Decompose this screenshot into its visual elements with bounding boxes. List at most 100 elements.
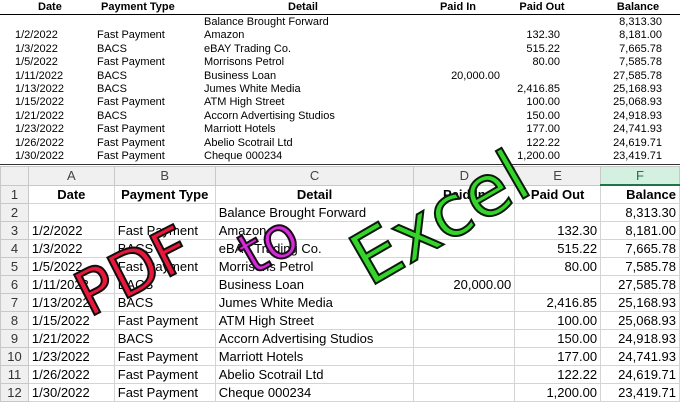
- excel-data-row: 11 1/26/2022 Fast Payment Abelio Scotrail L…: [0, 365, 680, 384]
- pdf-cell-balance: 24,741.93: [613, 123, 662, 136]
- pdf-cell-detail: Amazon: [204, 29, 245, 42]
- cell-type[interactable]: BACS: [113, 329, 216, 348]
- cell-paid-in[interactable]: [413, 311, 516, 330]
- row-number-1[interactable]: 1: [0, 184, 29, 204]
- row-number[interactable]: 2: [0, 203, 29, 222]
- cell-date[interactable]: [27, 203, 115, 222]
- cell-balance[interactable]: 8,313.30: [600, 203, 680, 222]
- row-number[interactable]: 6: [0, 275, 29, 294]
- cell-balance[interactable]: 24,918.93: [600, 329, 680, 348]
- pdf-cell-type: Fast Payment: [97, 136, 165, 149]
- pdf-cell-date: 1/15/2022: [15, 96, 64, 109]
- cell-balance[interactable]: 23,419.71: [600, 383, 680, 402]
- cell-paid-in[interactable]: 20,000.00: [413, 275, 516, 294]
- cell-type[interactable]: Fast Payment: [113, 347, 216, 366]
- pdf-header-paid-out: Paid Out: [519, 1, 565, 13]
- row-number[interactable]: 12: [0, 383, 29, 402]
- pdf-cell-balance: 24,918.93: [613, 109, 662, 122]
- column-header-a[interactable]: A: [27, 166, 115, 186]
- row-number[interactable]: 11: [0, 365, 29, 384]
- cell-paid-out[interactable]: 515.22: [514, 239, 602, 258]
- pdf-cell-date: 1/30/2022: [15, 150, 64, 162]
- cell-balance[interactable]: 25,168.93: [600, 293, 680, 312]
- pdf-cell-date: 1/23/2022: [15, 123, 64, 136]
- cell-date[interactable]: 1/21/2022: [27, 329, 115, 348]
- cell-type[interactable]: Fast Payment: [113, 311, 216, 330]
- column-header-c[interactable]: C: [214, 166, 415, 186]
- pdf-cell-detail: ATM High Street: [204, 96, 285, 109]
- cell-detail[interactable]: ATM High Street: [214, 311, 415, 330]
- cell-paid-in[interactable]: [413, 365, 516, 384]
- cell-paid-out[interactable]: [514, 275, 602, 294]
- pdf-row: 1/23/2022 Fast Payment Marriott Hotels 177.…: [0, 123, 680, 136]
- pdf-cell-balance: 7,585.78: [619, 56, 662, 69]
- row-number[interactable]: 10: [0, 347, 29, 366]
- pdf-cell-balance: 8,313.30: [619, 16, 662, 28]
- pdf-cell-type: BACS: [97, 109, 127, 122]
- cell-balance[interactable]: 24,619.71: [600, 365, 680, 384]
- cell-date[interactable]: 1/30/2022: [27, 383, 115, 402]
- cell-paid-out[interactable]: 132.30: [514, 221, 602, 240]
- cell-balance[interactable]: 24,741.93: [600, 347, 680, 366]
- row-number[interactable]: 7: [0, 293, 29, 312]
- cell-balance[interactable]: 25,068.93: [600, 311, 680, 330]
- cell-paid-in[interactable]: [413, 293, 516, 312]
- pdf-cell-paid-out: 2,416.85: [517, 83, 560, 95]
- pdf-row: 1/13/2022 BACS Jumes White Media 2,416.85 25…: [0, 83, 680, 96]
- cell-date[interactable]: 1/26/2022: [27, 365, 115, 384]
- column-header-f[interactable]: F: [600, 166, 680, 186]
- row-number[interactable]: 5: [0, 257, 29, 276]
- cell-balance[interactable]: 7,585.78: [600, 257, 680, 276]
- cell-date[interactable]: 1/2/2022: [27, 221, 115, 240]
- cell-paid-out[interactable]: 100.00: [514, 311, 602, 330]
- excel-data-row: 12 1/30/2022 Fast Payment Cheque 000234 1,20…: [0, 383, 680, 402]
- pdf-cell-balance: 8,181.00: [619, 29, 662, 42]
- pdf-cell-paid-out: 80.00: [532, 56, 560, 69]
- pdf-cell-balance: 7,665.78: [619, 42, 662, 55]
- cell-type[interactable]: Fast Payment: [113, 383, 216, 402]
- cell-balance[interactable]: 8,181.00: [600, 221, 680, 240]
- pdf-cell-detail: Accorn Advertising Studios: [204, 109, 335, 122]
- cell-paid-in[interactable]: [413, 347, 516, 366]
- pdf-cell-paid-in: 20,000.00: [451, 69, 500, 82]
- pdf-cell-balance: 25,168.93: [613, 83, 662, 95]
- cell-detail[interactable]: Abelio Scotrail Ltd: [214, 365, 415, 384]
- cell-paid-out[interactable]: 177.00: [514, 347, 602, 366]
- cell-paid-in[interactable]: [413, 329, 516, 348]
- pdf-cell-detail: Marriott Hotels: [204, 123, 276, 136]
- pdf-cell-paid-out: 177.00: [526, 123, 560, 136]
- select-all-corner[interactable]: [0, 166, 29, 186]
- pdf-cell-balance: 25,068.93: [613, 96, 662, 109]
- cell-detail[interactable]: Marriott Hotels: [214, 347, 415, 366]
- row-number[interactable]: 8: [0, 311, 29, 330]
- row-number[interactable]: 3: [0, 221, 29, 240]
- cell-paid-out[interactable]: 122.22: [514, 365, 602, 384]
- cell-type[interactable]: Fast Payment: [113, 365, 216, 384]
- cell-paid-out[interactable]: 2,416.85: [514, 293, 602, 312]
- header-cell[interactable]: Balance: [600, 184, 680, 204]
- pdf-cell-detail: Abelio Scotrail Ltd: [204, 136, 293, 149]
- cell-paid-out[interactable]: 80.00: [514, 257, 602, 276]
- cell-balance[interactable]: 27,585.78: [600, 275, 680, 294]
- pdf-row: Balance Brought Forward 8,313.30: [0, 16, 680, 29]
- row-number[interactable]: 4: [0, 239, 29, 258]
- cell-date[interactable]: 1/23/2022: [27, 347, 115, 366]
- pdf-cell-paid-out: 150.00: [526, 109, 560, 122]
- cell-paid-out[interactable]: 150.00: [514, 329, 602, 348]
- cell-paid-out[interactable]: 1,200.00: [514, 383, 602, 402]
- cell-detail[interactable]: Accorn Advertising Studios: [214, 329, 415, 348]
- cell-paid-in[interactable]: [413, 383, 516, 402]
- header-cell[interactable]: Date: [27, 184, 115, 204]
- row-number[interactable]: 9: [0, 329, 29, 348]
- header-cell[interactable]: Payment Type: [113, 184, 216, 204]
- pdf-cell-type: Fast Payment: [97, 123, 165, 136]
- pdf-cell-detail: Jumes White Media: [204, 83, 301, 95]
- pdf-header-balance: Balance: [616, 1, 660, 13]
- excel-data-row: 10 1/23/2022 Fast Payment Marriott Hotels 17…: [0, 347, 680, 366]
- cell-detail[interactable]: Cheque 000234: [214, 383, 415, 402]
- column-header-b[interactable]: B: [113, 166, 216, 186]
- pdf-cell-balance: 23,419.71: [613, 150, 662, 162]
- pdf-cell-detail: eBAY Trading Co.: [204, 42, 292, 55]
- excel-data-row: 2 Balance Brought Forward 8,313.30: [0, 203, 680, 222]
- cell-balance[interactable]: 7,665.78: [600, 239, 680, 258]
